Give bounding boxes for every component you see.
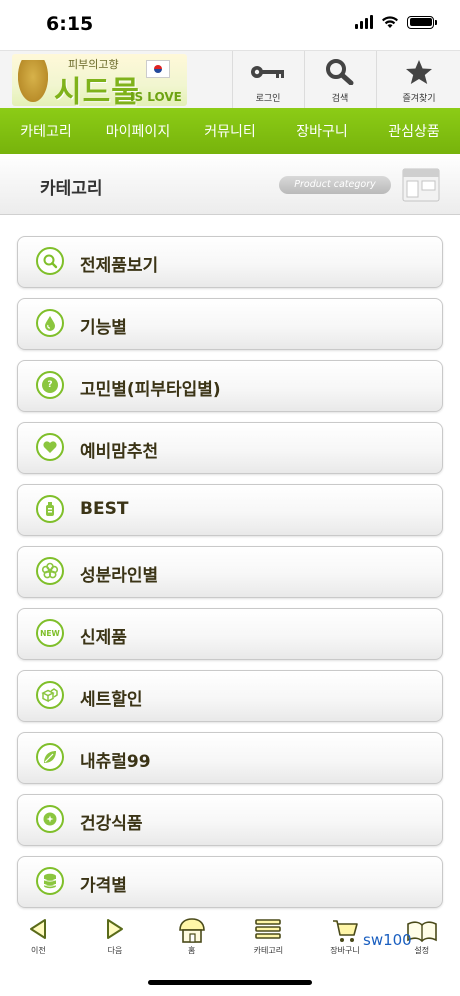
back-icon [30,919,47,939]
menu-item-label: 세트할인 [80,690,143,710]
forward-icon [107,919,123,939]
menu-item-label: BEST [80,499,129,519]
overlay-text: sw100 [363,931,412,949]
category-icon [255,919,282,939]
menu-item-label: 기능별 [80,318,127,338]
forward-button[interactable]: 다음 [77,908,154,968]
category-button[interactable]: 카테고리 [230,908,307,968]
category-label: 카테고리 [253,946,284,955]
bottle-icon [36,495,64,523]
menu-item-label: 가격별 [80,876,127,896]
category-menu: 전제품보기 기능별 ? 고민별(피부타입별) 예비맘추천 BEST 성분라인별 … [17,236,443,918]
main-nav: 카테고리 마이페이지 커뮤니티 장바구니 관심상품 [0,108,460,154]
menu-item-label: 고민별(피부타입별) [80,380,221,400]
nav-cart[interactable]: 장바구니 [276,121,368,141]
forward-label: 다음 [107,946,123,955]
logo-title: 시드물 [54,75,140,106]
svg-text:NEW: NEW [40,629,60,638]
star-icon [406,60,432,84]
favorites-button[interactable]: 즐겨찾기 [376,51,460,109]
menu-item-label: 전제품보기 [80,256,159,276]
home-indicator[interactable] [148,980,312,985]
question-icon: ? [36,371,64,399]
back-label: 이전 [30,946,46,955]
favorites-label: 즐겨찾기 [402,94,436,104]
brand-logo[interactable]: 피부의고향 시드물 IS LOVE [12,54,187,106]
magnifier-icon [36,247,64,275]
menu-item-all-products[interactable]: 전제품보기 [17,236,443,288]
wifi-icon [382,16,398,28]
menu-item-best[interactable]: BEST [17,484,443,536]
menu-item-pregnancy[interactable]: 예비맘추천 [17,422,443,474]
search-label: 검색 [331,94,349,104]
menu-item-health-food[interactable]: 건강식품 [17,794,443,846]
menu-item-by-concern[interactable]: ? 고민별(피부타입별) [17,360,443,412]
category-header: 카테고리 Product category [0,154,460,215]
logo-tagline: IS LOVE [130,90,182,104]
status-bar: 6:15 [0,0,460,50]
signal-icon [355,15,373,29]
menu-item-label: 건강식품 [80,814,143,834]
search-button[interactable]: 검색 [304,51,375,109]
nav-category[interactable]: 카테고리 [0,121,92,141]
product-category-badge: Product category [279,176,391,194]
menu-item-label: 성분라인별 [80,566,159,586]
nav-mypage[interactable]: 마이페이지 [92,121,184,141]
menu-item-by-function[interactable]: 기능별 [17,298,443,350]
home-icon [178,918,205,943]
status-icons [355,15,437,29]
korean-flag-icon [146,60,170,78]
page-title: 카테고리 [40,179,103,199]
menu-item-by-ingredient[interactable]: 성분라인별 [17,546,443,598]
home-label: 홈 [187,946,196,955]
login-label: 로그인 [255,94,281,104]
status-time: 6:15 [46,13,94,35]
droplet-icon [36,309,64,337]
leaf-icon [36,743,64,771]
coins-icon [36,867,64,895]
battery-icon [407,15,437,29]
store-icon [402,168,440,202]
heart-icon [36,433,64,461]
nav-wishlist[interactable]: 관심상품 [368,121,460,141]
cart-icon [333,920,358,942]
search-icon [326,59,354,85]
boxes-icon [36,681,64,709]
menu-item-new[interactable]: NEW 신제품 [17,608,443,660]
back-button[interactable]: 이전 [0,908,77,968]
home-button[interactable]: 홈 [153,908,230,968]
nav-community[interactable]: 커뮤니티 [184,121,276,141]
menu-item-label: 예비맘추천 [80,442,159,462]
flower-icon [36,557,64,585]
app-header: 피부의고향 시드물 IS LOVE 로그인 검색 즐겨찾기 [0,50,460,109]
menu-item-set-discount[interactable]: 세트할인 [17,670,443,722]
key-icon [251,66,284,78]
menu-item-label: 내츄럴99 [80,752,151,772]
health-icon [36,805,64,833]
tree-icon [18,60,48,102]
menu-item-natural99[interactable]: 내츄럴99 [17,732,443,784]
new-icon: NEW [36,619,64,647]
menu-item-label: 신제품 [80,628,127,648]
menu-item-by-price[interactable]: 가격별 [17,856,443,908]
login-button[interactable]: 로그인 [232,51,303,109]
